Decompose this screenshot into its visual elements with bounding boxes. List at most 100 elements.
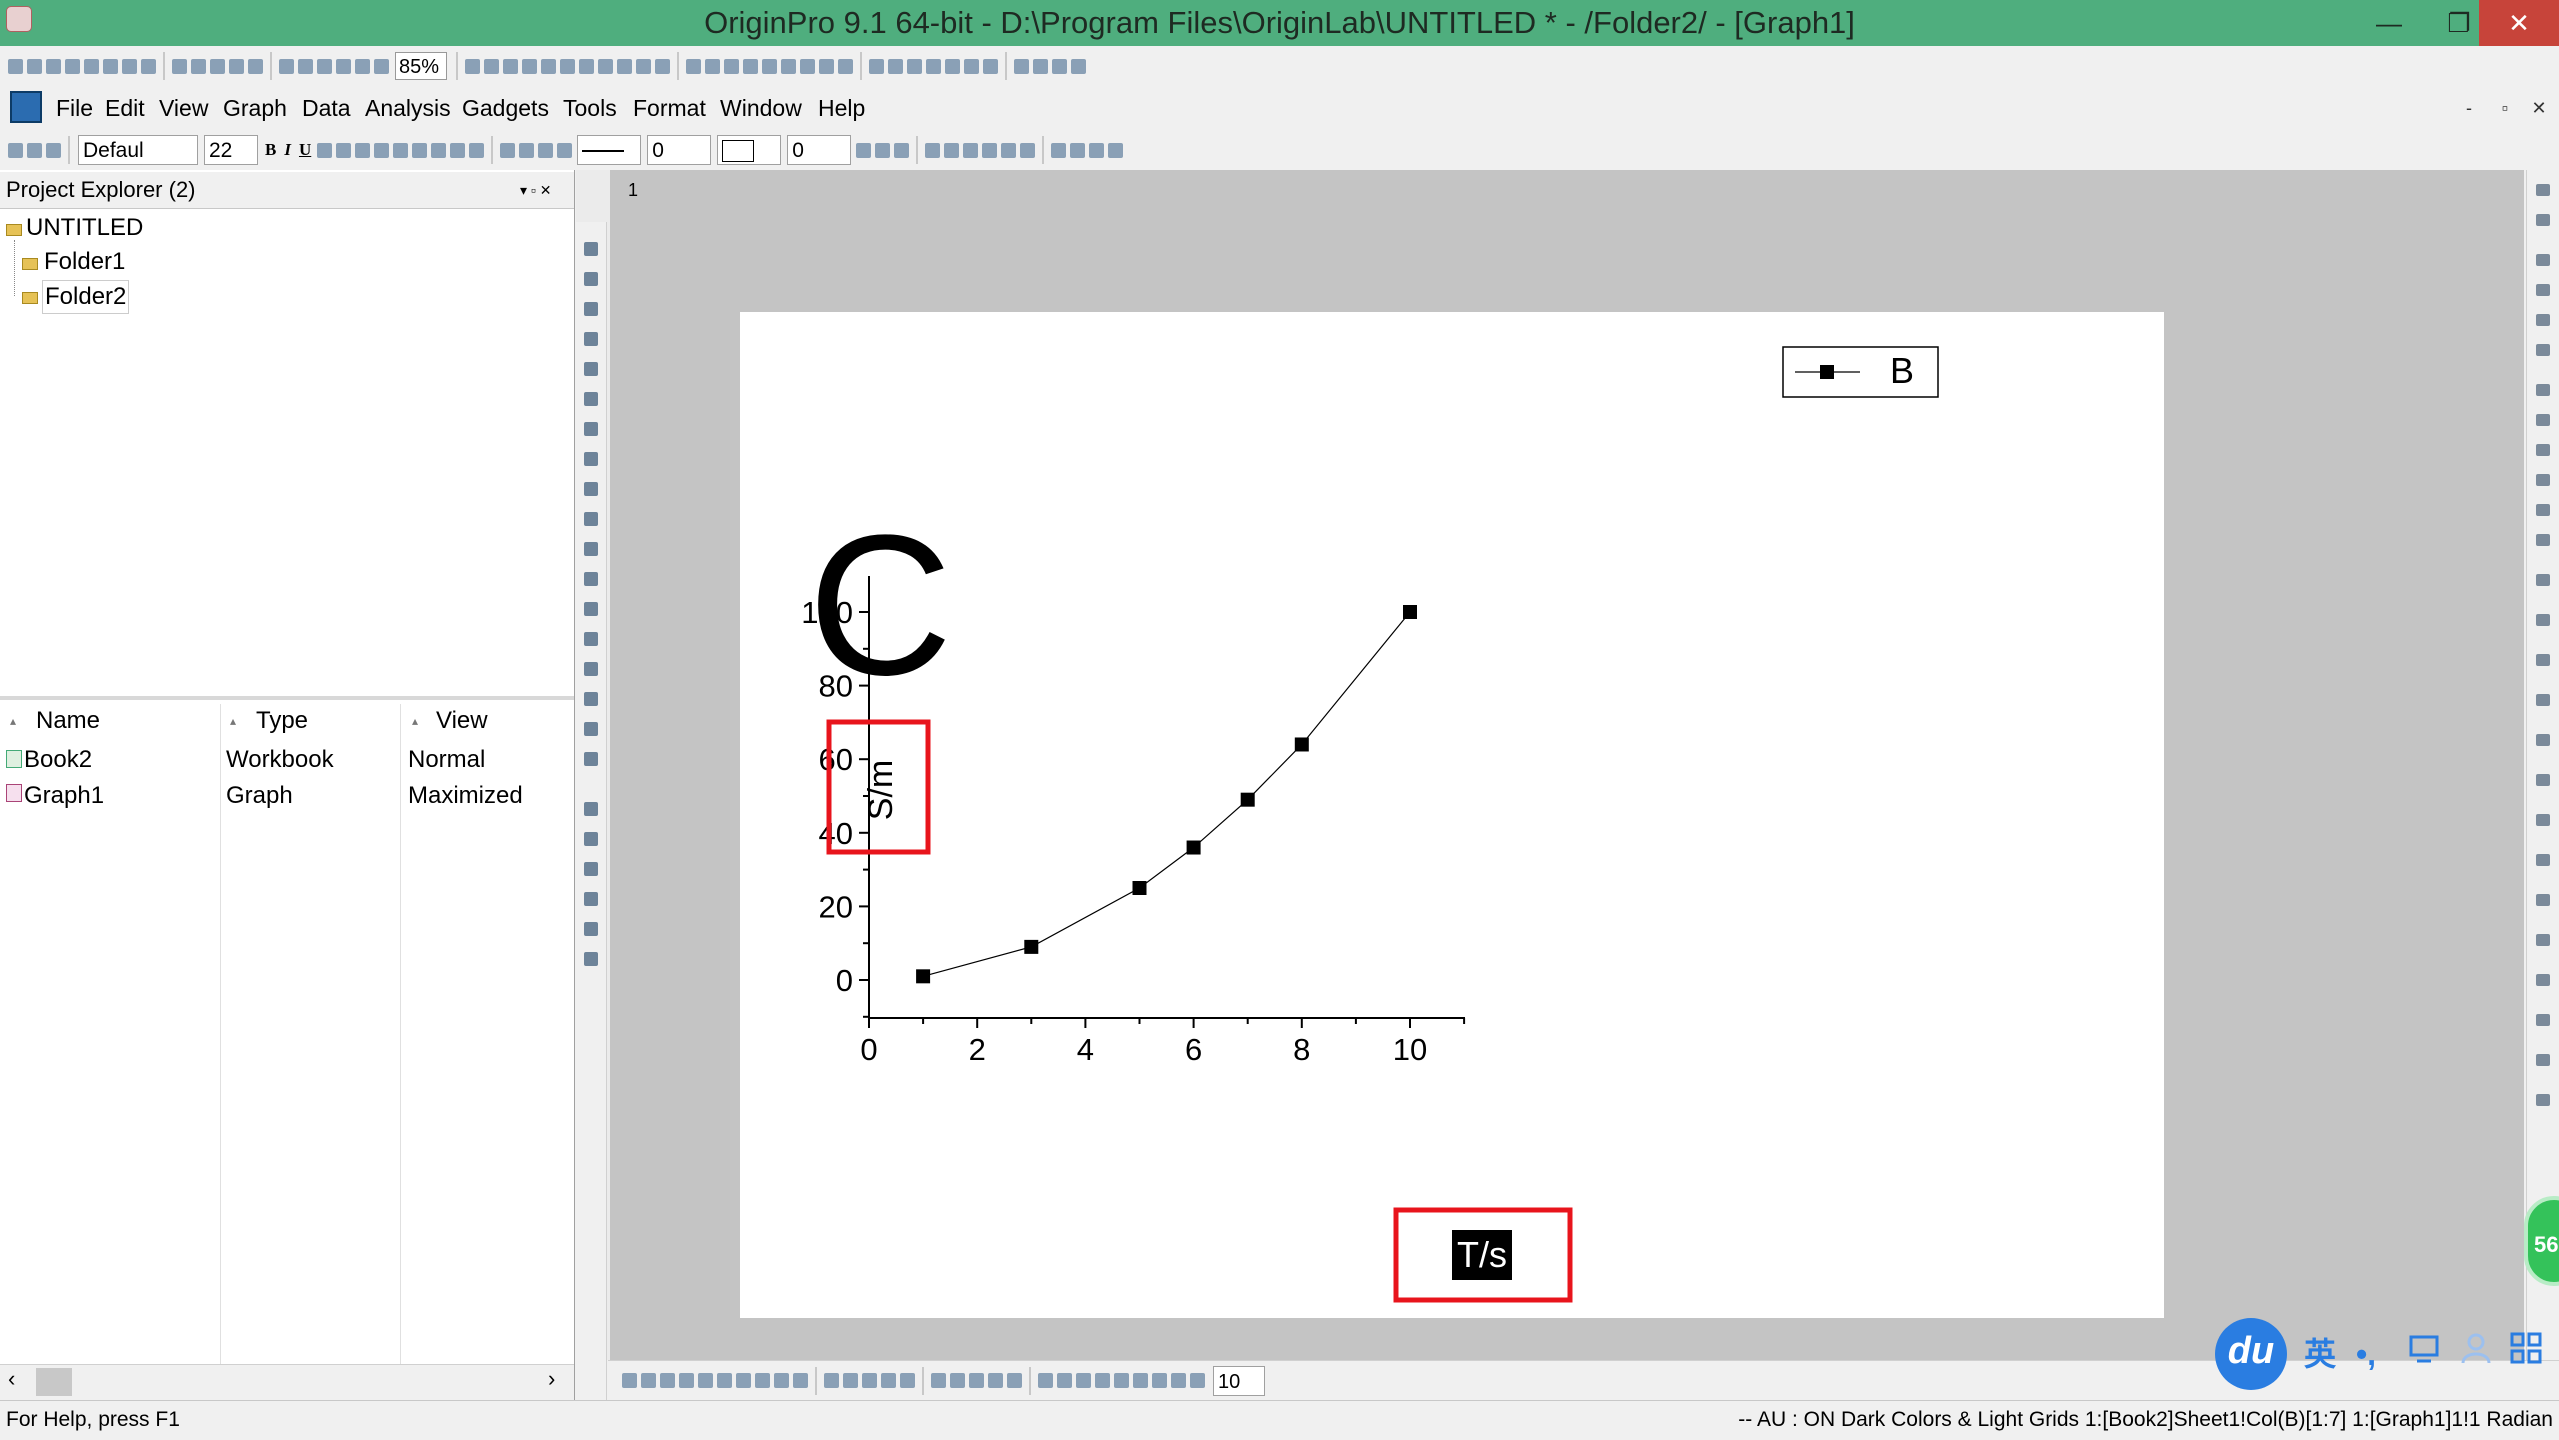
border-icon[interactable] — [894, 142, 910, 158]
zoom-select[interactable]: 85% — [395, 52, 447, 80]
set-label-icon[interactable] — [945, 58, 960, 74]
increase-perspective-icon[interactable] — [1114, 1373, 1129, 1388]
histogram-icon[interactable] — [793, 1373, 808, 1388]
col-name-header[interactable]: Name — [36, 704, 101, 738]
font-color-icon[interactable] — [469, 142, 485, 158]
add-right-y-icon[interactable] — [2536, 344, 2550, 356]
align-center-icon[interactable] — [450, 142, 466, 158]
duplicate-icon[interactable] — [374, 58, 389, 74]
menu-analysis[interactable]: Analysis — [365, 86, 451, 130]
import-icon[interactable] — [279, 58, 294, 74]
tilt-right-icon[interactable] — [1095, 1373, 1110, 1388]
fit-frame-icon[interactable] — [1171, 1373, 1186, 1388]
column-chart-icon[interactable] — [762, 58, 777, 74]
menu-file[interactable]: File — [56, 86, 93, 130]
code-icon[interactable] — [560, 58, 575, 74]
message-log-icon[interactable] — [503, 58, 518, 74]
scale-tool-icon[interactable] — [584, 862, 598, 876]
import-multiple-icon[interactable] — [317, 58, 332, 74]
pie-plot-icon[interactable] — [755, 1373, 770, 1388]
surface-plot-icon[interactable] — [824, 1373, 839, 1388]
screen-reader-icon[interactable] — [584, 332, 598, 346]
rotate-cw-icon[interactable] — [1057, 1373, 1072, 1388]
ime-apps-icon[interactable] — [2506, 1330, 2546, 1378]
data-cursor-icon[interactable] — [584, 392, 598, 406]
menu-window[interactable]: Window — [720, 86, 802, 130]
set-z-icon[interactable] — [907, 58, 922, 74]
add-bottom-x-icon[interactable] — [2536, 314, 2550, 326]
set-x-icon[interactable] — [869, 58, 884, 74]
new-notes-icon[interactable] — [122, 58, 137, 74]
y-axis-title[interactable]: S/m — [862, 760, 900, 820]
tree-root[interactable]: UNTITLED — [26, 212, 143, 244]
ime-language-button[interactable]: 英 — [2300, 1330, 2340, 1378]
filter-toggle-icon[interactable] — [838, 58, 853, 74]
bar-plot-icon[interactable] — [736, 1373, 751, 1388]
next-page-icon[interactable] — [1052, 58, 1067, 74]
supersub-icon[interactable] — [355, 142, 371, 158]
col-view-header[interactable]: View — [436, 704, 488, 738]
floating-badge[interactable]: 56 — [2524, 1196, 2559, 1286]
underline-icon[interactable]: U — [299, 140, 311, 160]
copy-icon[interactable] — [27, 142, 42, 158]
rectangle-tool-icon[interactable] — [584, 602, 598, 616]
add-column-icon[interactable] — [686, 58, 701, 74]
data-point[interactable] — [1186, 840, 1201, 855]
distribute-h-icon[interactable] — [2536, 894, 2550, 906]
unmask-icon[interactable] — [1070, 142, 1086, 158]
mask-icon[interactable] — [1051, 142, 1067, 158]
menu-edit[interactable]: Edit — [105, 86, 145, 130]
rescale-icon[interactable] — [598, 58, 613, 74]
regional-selector-icon[interactable] — [584, 452, 598, 466]
merge-icon[interactable] — [2536, 254, 2550, 266]
data-point[interactable] — [1024, 939, 1039, 954]
align-objects-icon[interactable] — [1001, 142, 1017, 158]
mask-tool-icon[interactable] — [584, 482, 598, 496]
axis-right-icon[interactable] — [2536, 444, 2550, 456]
fill-color-icon[interactable] — [500, 142, 516, 158]
fit-layer-icon[interactable] — [1190, 1373, 1205, 1388]
menu-gadgets[interactable]: Gadgets — [462, 86, 549, 130]
same-height-icon[interactable] — [2536, 854, 2550, 866]
series-line[interactable] — [922, 611, 1411, 977]
x-axis-title[interactable]: T/s — [1457, 1234, 1507, 1275]
subscript-icon[interactable] — [336, 142, 352, 158]
italic-icon[interactable]: I — [284, 140, 291, 160]
layer-number-icon[interactable]: 1 — [628, 180, 638, 201]
script-window-icon[interactable] — [522, 58, 537, 74]
horizontal-scrollbar[interactable] — [0, 1364, 574, 1401]
line-plot-icon[interactable] — [622, 1373, 637, 1388]
open-template-icon[interactable] — [191, 58, 206, 74]
ungroup-objects-icon[interactable] — [2536, 1014, 2550, 1026]
bar-chart-icon[interactable] — [743, 58, 758, 74]
add-layer-icon[interactable] — [617, 58, 632, 74]
ungroup-icon[interactable] — [982, 142, 998, 158]
arrange-icon[interactable] — [2536, 184, 2550, 196]
align-bottom-icon[interactable] — [2536, 614, 2550, 626]
font-name-select[interactable]: Defaul — [78, 135, 198, 165]
set-xyz-icon[interactable] — [781, 58, 796, 74]
axis-top-icon[interactable] — [2536, 414, 2550, 426]
data-reader-icon[interactable] — [584, 362, 598, 376]
align-top-icon[interactable] — [2536, 574, 2550, 586]
new-matrix-icon[interactable] — [65, 58, 80, 74]
new-legend-icon[interactable] — [655, 58, 670, 74]
row-name[interactable]: Graph1 — [24, 778, 104, 814]
data-point[interactable] — [1240, 792, 1255, 807]
menu-help[interactable]: Help — [818, 86, 865, 130]
3d-bar-icon[interactable] — [900, 1373, 915, 1388]
axis-box-icon[interactable] — [2536, 474, 2550, 486]
font-size-select[interactable]: 22 — [204, 135, 258, 165]
settings-icon[interactable] — [1108, 142, 1124, 158]
bring-front-icon[interactable] — [2536, 1054, 2550, 1066]
border-style-select[interactable] — [717, 135, 782, 165]
distribute-v-icon[interactable] — [2536, 934, 2550, 946]
vertical-icon[interactable] — [988, 1373, 1003, 1388]
scrollbar-thumb[interactable] — [36, 1368, 72, 1396]
refresh-icon[interactable] — [355, 58, 370, 74]
line-style-select[interactable] — [577, 135, 642, 165]
bold-icon[interactable]: B — [265, 140, 276, 160]
close-button[interactable]: ✕ — [2479, 0, 2559, 46]
template-icon[interactable] — [931, 1373, 946, 1388]
line-color-icon[interactable] — [538, 142, 554, 158]
